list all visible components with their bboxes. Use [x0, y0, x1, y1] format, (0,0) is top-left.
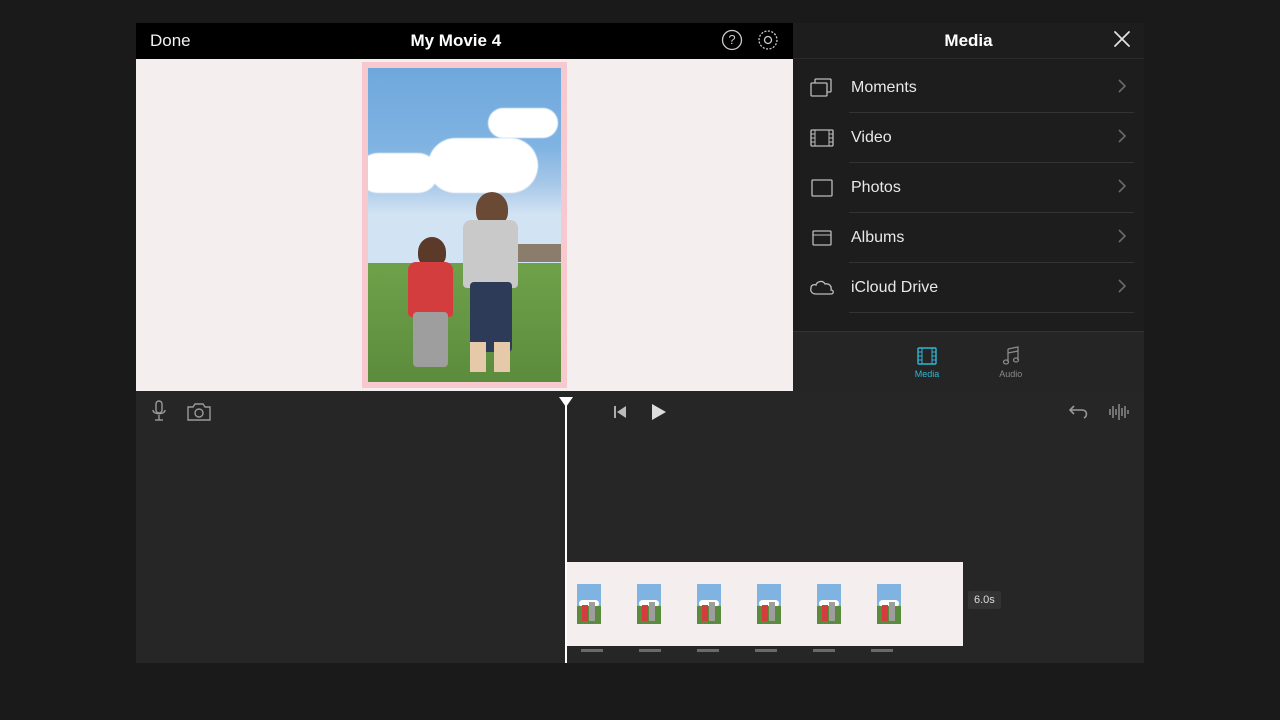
play-button[interactable] — [648, 402, 668, 425]
done-button[interactable]: Done — [150, 31, 191, 51]
photo-clip — [362, 62, 567, 388]
media-list: Moments Video — [793, 59, 1144, 331]
help-button[interactable]: ? — [721, 29, 743, 54]
media-title: Media — [944, 31, 992, 51]
media-item-label: iCloud Drive — [851, 279, 1118, 297]
chevron-right-icon — [1118, 129, 1126, 148]
tab-label: Audio — [999, 369, 1022, 379]
media-item-label: Moments — [851, 79, 1118, 97]
microphone-icon — [150, 400, 168, 427]
media-item-photos[interactable]: Photos — [793, 163, 1144, 213]
filmstrip-icon — [916, 345, 938, 367]
chevron-right-icon — [1118, 229, 1126, 248]
photos-icon — [809, 177, 835, 199]
media-item-moments[interactable]: Moments — [793, 63, 1144, 113]
undo-icon — [1068, 403, 1090, 424]
timeline-clip[interactable] — [567, 562, 963, 646]
top-area: Done My Movie 4 ? — [136, 23, 1144, 391]
clip-thumbnail — [877, 584, 901, 624]
clip-thumbnail — [637, 584, 661, 624]
clip-marks — [567, 649, 963, 655]
chevron-right-icon — [1118, 79, 1126, 98]
media-item-label: Photos — [851, 179, 1118, 197]
timeline-toolbar — [136, 391, 1144, 435]
media-item-video[interactable]: Video — [793, 113, 1144, 163]
close-media-button[interactable] — [1112, 29, 1132, 55]
tab-label: Media — [915, 369, 940, 379]
media-item-albums[interactable]: Albums — [793, 213, 1144, 263]
photo-content — [368, 68, 561, 382]
clip-thumbnail — [817, 584, 841, 624]
svg-text:?: ? — [728, 32, 735, 47]
media-item-label: Albums — [851, 229, 1118, 247]
waveform-button[interactable] — [1108, 403, 1130, 424]
playhead[interactable] — [565, 399, 567, 663]
waveform-icon — [1108, 403, 1130, 424]
chevron-right-icon — [1118, 279, 1126, 298]
preview-header: Done My Movie 4 ? — [136, 23, 793, 59]
close-icon — [1112, 29, 1132, 54]
media-tabs: Media Audio — [793, 331, 1144, 391]
settings-button[interactable] — [757, 29, 779, 54]
tab-audio[interactable]: Audio — [999, 345, 1022, 379]
video-icon — [809, 127, 835, 149]
clip-thumbnail — [697, 584, 721, 624]
media-header: Media — [793, 23, 1144, 59]
camera-button[interactable] — [186, 400, 212, 427]
media-panel: Media Moments — [793, 23, 1144, 391]
albums-icon — [809, 227, 835, 249]
camera-icon — [186, 402, 212, 425]
tab-media[interactable]: Media — [915, 345, 940, 379]
imovie-editor: Done My Movie 4 ? — [136, 23, 1144, 663]
skip-back-icon — [612, 404, 628, 423]
chevron-right-icon — [1118, 179, 1126, 198]
clip-duration-label: 6.0s — [968, 591, 1001, 609]
preview-viewport[interactable] — [136, 59, 793, 391]
skip-back-button[interactable] — [612, 404, 628, 423]
media-item-label: Video — [851, 129, 1118, 147]
media-item-icloud[interactable]: iCloud Drive — [793, 263, 1144, 313]
header-icons: ? — [721, 29, 779, 54]
clip-thumbnail — [757, 584, 781, 624]
gear-icon — [757, 29, 779, 54]
help-icon: ? — [721, 29, 743, 54]
microphone-button[interactable] — [150, 400, 168, 427]
moments-icon — [809, 77, 835, 99]
music-note-icon — [1000, 345, 1022, 367]
project-title: My Movie 4 — [410, 31, 501, 51]
clip-thumbnail — [577, 584, 601, 624]
preview-panel: Done My Movie 4 ? — [136, 23, 793, 391]
icloud-icon — [809, 277, 835, 299]
timeline-panel: 6.0s — [136, 391, 1144, 663]
undo-button[interactable] — [1068, 403, 1090, 424]
play-icon — [648, 402, 668, 425]
